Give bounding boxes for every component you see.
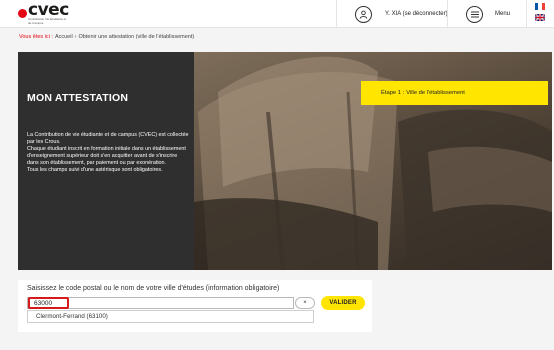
hero-paragraph: Tous les champs suivi d'une astérisque s… [27, 167, 163, 173]
city-input-container [27, 297, 294, 309]
hero-info-panel: MON ATTESTATION La Contribution de vie é… [18, 52, 194, 270]
cvec-logo[interactable]: cvec Contribution Vie Étudiante et de Ca… [18, 0, 70, 25]
page-title: MON ATTESTATION [27, 92, 129, 104]
clear-input-button[interactable]: × [295, 297, 315, 309]
hero-description: La Contribution de vie étudiante et de c… [27, 132, 189, 174]
breadcrumb-here-label: Vous êtes ici : [19, 34, 53, 40]
logo-subtitle: Contribution Vie Étudiante et de Campus [28, 17, 67, 25]
hero-paragraph: La Contribution de vie étudiante et de c… [27, 132, 189, 145]
header-divider [526, 0, 527, 28]
step-title: Ville de l'établissement [406, 90, 465, 96]
breadcrumb-separator: › [74, 34, 77, 40]
city-search-form: Saisissez le code postal ou le nom de vo… [18, 280, 372, 332]
step-number: Étape 1 : [381, 90, 405, 96]
french-flag-icon[interactable] [535, 3, 545, 10]
city-field-label: Saisissez le code postal ou le nom de vo… [27, 285, 280, 292]
logo-dot-icon [18, 9, 27, 18]
breadcrumb: Vous êtes ici : Accueil › Obtenir une at… [19, 34, 194, 40]
menu-icon [466, 5, 483, 23]
validate-button[interactable]: VALIDER [321, 296, 365, 310]
language-switcher [535, 3, 545, 21]
menu-label: Menu [495, 11, 511, 17]
breadcrumb-item-current: Obtenir une attestation (ville de l'étab… [78, 34, 195, 40]
user-label: Y. XIA (se déconnecter) [385, 11, 448, 17]
header-divider [336, 0, 337, 28]
menu-button[interactable]: Menu [466, 0, 510, 28]
user-icon [355, 5, 372, 23]
site-header: cvec Contribution Vie Étudiante et de Ca… [0, 0, 554, 28]
autocomplete-suggestion[interactable]: Clermont-Ferrand (63100) [27, 310, 314, 323]
hero-banner: MON ATTESTATION La Contribution de vie é… [18, 52, 552, 270]
breadcrumb-item-home[interactable]: Accueil [55, 34, 73, 40]
step-indicator: Étape 1 : Ville de l'établissement [361, 81, 548, 105]
user-account-button[interactable]: Y. XIA (se déconnecter) [355, 0, 448, 28]
city-search-input[interactable] [34, 299, 294, 308]
hero-paragraph: Chaque étudiant inscrit en formation ini… [27, 146, 186, 166]
header-divider [447, 0, 448, 28]
logo-text: cvec [28, 0, 69, 20]
english-flag-icon[interactable] [535, 14, 545, 21]
